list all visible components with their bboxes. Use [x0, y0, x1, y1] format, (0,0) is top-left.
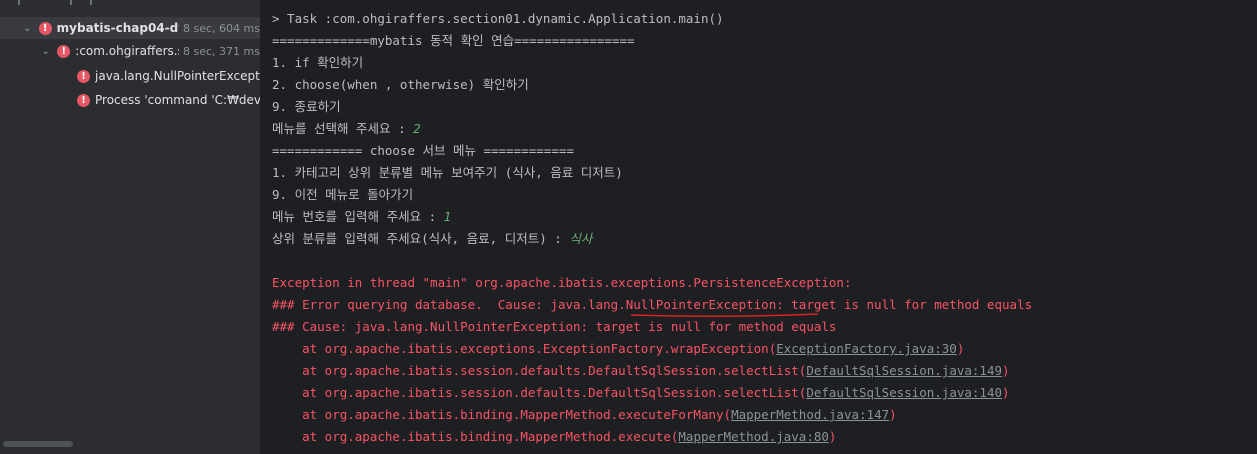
prompt-text: 메뉴 번호를 입력해 주세요 : — [272, 209, 444, 224]
stack-frame: at org.apache.ibatis.binding.MapperMetho… — [272, 407, 897, 422]
stack-frame: at org.apache.ibatis.exceptions.Exceptio… — [272, 341, 965, 356]
source-link[interactable]: ExceptionFactory.java:30 — [776, 341, 957, 356]
error-icon: ! — [38, 21, 52, 35]
console-line-prompt1: 메뉴를 선택해 주세요 : 2 — [272, 118, 421, 140]
console-line-cause: ### Cause: java.lang.NullPointerExceptio… — [272, 319, 837, 334]
tree-item-label: mybatis-chap04-dyı — [56, 21, 180, 35]
user-input: 1 — [443, 209, 452, 224]
horizontal-scrollbar[interactable] — [3, 441, 73, 447]
error-icon: ! — [57, 44, 71, 58]
source-link[interactable]: DefaultSqlSession.java:140 — [806, 385, 1002, 400]
console-line-prompt3: 상위 분류를 입력해 주세요(식사, 음료, 디저트) : 식사 — [272, 228, 592, 250]
toolbar-remnant — [70, 0, 72, 5]
console-line-prompt2: 메뉴 번호를 입력해 주세요 : 1 — [272, 206, 451, 228]
tree-item-process[interactable]: ! Process 'command 'C:₩dev₩ja — [0, 89, 260, 111]
prompt-text: 상위 분류를 입력해 주세요(식사, 음료, 디저트) : — [272, 231, 570, 246]
error-icon: ! — [77, 93, 90, 107]
run-tree-panel: ⌄ ! mybatis-chap04-dyı 8 sec, 604 ms ⌄ !… — [0, 0, 260, 454]
tree-item-label: Process 'command 'C:₩dev₩ja — [95, 93, 260, 107]
error-icon: ! — [77, 69, 90, 83]
tree-item-task[interactable]: ⌄ ! :com.ohgiraffers.s 8 sec, 371 ms — [0, 40, 260, 62]
run-tool-window: ⌄ ! mybatis-chap04-dyı 8 sec, 604 ms ⌄ !… — [0, 0, 1257, 454]
console-line-sub-header: ============ choose 서브 메뉴 ============ — [272, 143, 574, 158]
tree-item-root[interactable]: ⌄ ! mybatis-chap04-dyı 8 sec, 604 ms — [0, 17, 260, 39]
console-line-exception: Exception in thread "main" org.apache.ib… — [272, 275, 852, 290]
source-link[interactable]: DefaultSqlSession.java:149 — [806, 363, 1002, 378]
tree-item-label: java.lang.NullPointerException: — [95, 69, 260, 83]
console-output[interactable]: > Task :com.ohgiraffers.section01.dynami… — [260, 0, 1257, 454]
tree-item-time: 8 sec, 604 ms — [183, 21, 260, 35]
prompt-text: 메뉴를 선택해 주세요 : — [272, 121, 414, 136]
stack-frame: at org.apache.ibatis.session.defaults.De… — [272, 385, 1010, 400]
chevron-down-icon[interactable]: ⌄ — [38, 43, 53, 59]
source-link[interactable]: MapperMethod.java:80 — [678, 429, 829, 444]
chevron-down-icon[interactable]: ⌄ — [20, 20, 35, 36]
console-line-sub1: 1. 카테고리 상위 분류별 메뉴 보여주기 (식사, 음료 디저트) — [272, 165, 623, 180]
toolbar-remnant — [18, 0, 20, 5]
console-line-sub9: 9. 이전 메뉴로 돌아가기 — [272, 187, 414, 202]
stack-frame: at org.apache.ibatis.binding.MapperMetho… — [272, 429, 837, 444]
panel-top-edge — [0, 0, 260, 6]
stack-frame: at org.apache.ibatis.session.defaults.De… — [272, 363, 1010, 378]
user-input: 식사 — [569, 231, 593, 246]
user-input: 2 — [413, 121, 421, 136]
tree-item-label: :com.ohgiraffers.s — [75, 44, 180, 58]
console-line-task: > Task :com.ohgiraffers.section01.dynami… — [272, 11, 724, 26]
tree-item-time: 8 sec, 371 ms — [183, 44, 260, 58]
console-line-header: =============mybatis 동적 확인 연습===========… — [272, 33, 635, 48]
toolbar-remnant — [90, 0, 92, 5]
console-line-menu1: 1. if 확인하기 — [272, 55, 364, 70]
tree-item-exception[interactable]: ! java.lang.NullPointerException: — [0, 65, 260, 87]
console-line-menu9: 9. 종료하기 — [272, 99, 341, 114]
console-line-menu2: 2. choose(when , otherwise) 확인하기 — [272, 77, 529, 92]
source-link[interactable]: MapperMethod.java:147 — [731, 407, 889, 422]
